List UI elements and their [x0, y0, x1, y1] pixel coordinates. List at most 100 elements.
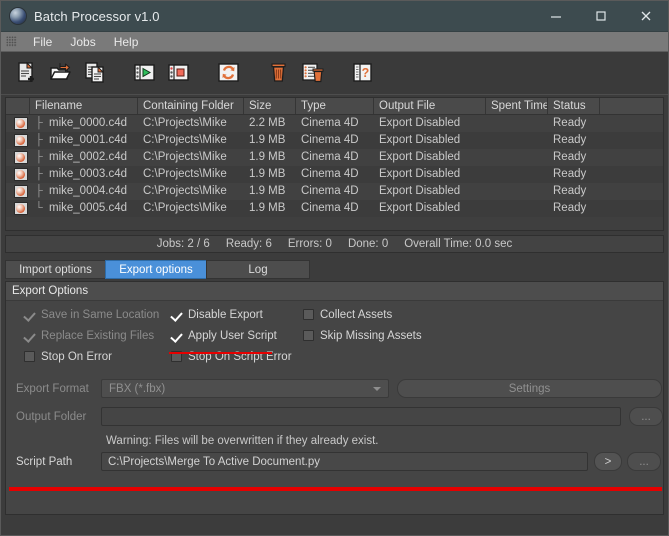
checkbox-replace-existing-files[interactable]: Replace Existing Files — [6, 330, 171, 342]
export-options-panel: Export Options Save in Same Location Dis… — [5, 281, 664, 515]
start-button[interactable] — [128, 56, 162, 90]
menu-item-help[interactable]: Help — [105, 32, 148, 52]
script-run-button[interactable]: > — [594, 452, 622, 471]
checkbox-collect-assets[interactable]: Collect Assets — [303, 309, 483, 321]
checkbox-skip-missing-assets[interactable]: Skip Missing Assets — [303, 330, 483, 342]
cell-filename: ├ mike_0001.c4d — [35, 134, 127, 146]
toolbar: ? — [1, 52, 668, 95]
checkbox-indicator — [171, 330, 182, 341]
script-path-row: Script Path C:\Projects\Merge To Active … — [6, 452, 663, 471]
checkbox-save-in-same-location[interactable]: Save in Same Location — [6, 309, 171, 321]
help-button[interactable]: ? — [346, 56, 380, 90]
apply-user-script-underline — [169, 352, 272, 354]
window-title: Batch Processor v1.0 — [34, 8, 160, 24]
play-icon — [134, 64, 155, 81]
minimize-button[interactable] — [533, 1, 578, 32]
status-jobs: Jobs: 2 / 6 — [156, 238, 210, 250]
cell-status: Ready — [553, 117, 587, 129]
clear-list-button[interactable] — [296, 56, 330, 90]
column-header-status[interactable]: Status — [548, 98, 600, 114]
script-path-value: C:\Projects\Merge To Active Document.py — [108, 455, 320, 468]
script-path-browse-button[interactable]: ... — [627, 452, 661, 471]
script-path-input[interactable]: C:\Projects\Merge To Active Document.py — [101, 452, 588, 471]
export-format-label: Export Format — [16, 382, 89, 395]
cell-folder: C:\Projects\Mike — [143, 185, 227, 197]
checkbox-indicator — [24, 330, 35, 341]
chevron-down-icon — [373, 387, 381, 391]
checkbox-label: Apply User Script — [188, 329, 277, 342]
c4d-file-icon — [6, 151, 30, 164]
checkbox-grid: Save in Same Location Disable Export Col… — [6, 304, 663, 367]
refresh-button[interactable] — [212, 56, 246, 90]
open-folder-button[interactable] — [44, 56, 78, 90]
tab-log[interactable]: Log — [206, 260, 310, 279]
script-path-underline — [9, 487, 662, 491]
documents-copy-icon — [85, 62, 105, 83]
output-folder-input[interactable] — [100, 407, 622, 426]
cell-output: Export Disabled — [379, 151, 461, 163]
cell-filename: ├ mike_0002.c4d — [35, 151, 127, 163]
checkbox-stop-on-error[interactable]: Stop On Error — [6, 351, 171, 363]
delete-button[interactable] — [262, 56, 296, 90]
cell-output: Export Disabled — [379, 202, 461, 214]
cell-filename: └ mike_0005.c4d — [35, 202, 127, 214]
cell-size: 1.9 MB — [249, 202, 286, 214]
menu-item-jobs[interactable]: Jobs — [61, 32, 104, 52]
cell-type: Cinema 4D — [301, 151, 359, 163]
duplicate-job-button[interactable] — [78, 56, 112, 90]
window-controls — [533, 1, 668, 32]
cell-folder: C:\Projects\Mike — [143, 134, 227, 146]
checkbox-row-1: Save in Same Location Disable Export Col… — [6, 304, 663, 325]
cell-type: Cinema 4D — [301, 117, 359, 129]
cell-filename: ├ mike_0000.c4d — [35, 117, 127, 129]
cell-size: 2.2 MB — [249, 117, 286, 129]
menu-item-file[interactable]: File — [24, 32, 61, 52]
settings-button[interactable]: Settings — [397, 379, 662, 398]
output-folder-browse-button[interactable]: ... — [629, 407, 663, 426]
column-header-spent-time[interactable]: Spent Time — [486, 98, 548, 114]
column-header-output-file[interactable]: Output File — [374, 98, 486, 114]
folder-open-icon — [50, 62, 71, 80]
tab-import-options[interactable]: Import options — [5, 260, 105, 279]
cell-type: Cinema 4D — [301, 202, 359, 214]
c4d-file-icon — [6, 185, 30, 198]
cell-status: Ready — [553, 185, 587, 197]
table-row[interactable]: ├ mike_0002.c4d C:\Projects\Mike 1.9 MB Cine… — [6, 149, 663, 166]
overwrite-warning: Warning: Files will be overwritten if th… — [106, 435, 379, 447]
checkbox-disable-export[interactable]: Disable Export — [171, 309, 303, 321]
checkbox-apply-user-script[interactable]: Apply User Script — [171, 330, 303, 342]
job-table[interactable]: Filename Containing Folder Size Type Out… — [5, 97, 664, 231]
column-header-filename[interactable]: Filename — [30, 98, 138, 114]
stop-icon — [168, 64, 189, 81]
status-errors: Errors: 0 — [287, 238, 332, 250]
close-button[interactable] — [623, 1, 668, 32]
column-header-containing-folder[interactable]: Containing Folder — [138, 98, 244, 114]
cell-type: Cinema 4D — [301, 134, 359, 146]
cell-output: Export Disabled — [379, 134, 461, 146]
export-format-dropdown[interactable]: FBX (*.fbx) — [101, 379, 389, 398]
status-overall-time: Overall Time: 0.0 sec — [404, 238, 513, 250]
list-trash-icon — [302, 63, 324, 83]
cell-size: 1.9 MB — [249, 151, 286, 163]
add-job-button[interactable] — [10, 56, 44, 90]
checkbox-indicator — [171, 309, 182, 320]
maximize-button[interactable] — [578, 1, 623, 32]
drag-grip-icon[interactable] — [6, 36, 17, 47]
table-row[interactable]: └ mike_0005.c4d C:\Projects\Mike 1.9 MB Cine… — [6, 200, 663, 217]
checkbox-indicator — [303, 330, 314, 341]
tab-export-options[interactable]: Export options — [105, 260, 206, 279]
checkbox-label: Save in Same Location — [41, 308, 160, 321]
cell-folder: C:\Projects\Mike — [143, 202, 227, 214]
table-body: ├ mike_0000.c4d C:\Projects\Mike 2.2 MB Cine… — [6, 115, 663, 217]
table-row[interactable]: ├ mike_0003.c4d C:\Projects\Mike 1.9 MB Cine… — [6, 166, 663, 183]
column-header-type[interactable]: Type — [296, 98, 374, 114]
column-header-filler — [600, 98, 663, 114]
cell-output: Export Disabled — [379, 168, 461, 180]
table-row[interactable]: ├ mike_0004.c4d C:\Projects\Mike 1.9 MB Cine… — [6, 183, 663, 200]
cell-folder: C:\Projects\Mike — [143, 117, 227, 129]
column-header-size[interactable]: Size — [244, 98, 296, 114]
table-row[interactable]: ├ mike_0000.c4d C:\Projects\Mike 2.2 MB Cine… — [6, 115, 663, 132]
table-row[interactable]: ├ mike_0001.c4d C:\Projects\Mike 1.9 MB Cine… — [6, 132, 663, 149]
cell-filename: ├ mike_0003.c4d — [35, 168, 127, 180]
stop-button[interactable] — [162, 56, 196, 90]
